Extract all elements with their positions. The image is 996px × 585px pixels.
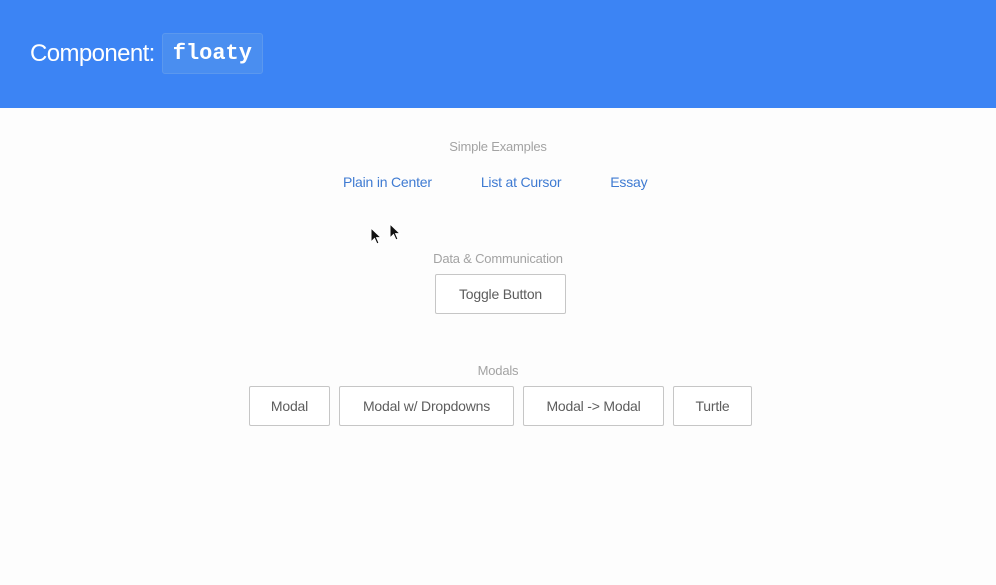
simple-examples-links: Plain in Center List at Cursor Essay xyxy=(343,173,648,191)
toggle-button[interactable]: Toggle Button xyxy=(435,274,566,314)
link-list-at-cursor[interactable]: List at Cursor xyxy=(481,173,562,191)
page-title-label: Component: xyxy=(30,39,155,67)
modal-to-modal-button[interactable]: Modal -> Modal xyxy=(523,386,664,426)
section-title-data-communication: Data & Communication xyxy=(433,251,563,266)
turtle-button[interactable]: Turtle xyxy=(673,386,752,426)
link-plain-in-center[interactable]: Plain in Center xyxy=(343,173,432,191)
page-title: Component: floaty xyxy=(30,33,263,74)
modal-button[interactable]: Modal xyxy=(249,386,330,426)
page-header: Component: floaty xyxy=(0,0,996,108)
modal-with-dropdowns-button[interactable]: Modal w/ Dropdowns xyxy=(339,386,514,426)
section-title-modals: Modals xyxy=(477,363,519,378)
mouse-pointer-icon xyxy=(389,223,401,241)
section-title-simple-examples: Simple Examples xyxy=(449,139,547,154)
mouse-pointer-icon xyxy=(370,227,382,245)
link-essay[interactable]: Essay xyxy=(610,173,647,191)
component-name-code: floaty xyxy=(161,33,263,74)
